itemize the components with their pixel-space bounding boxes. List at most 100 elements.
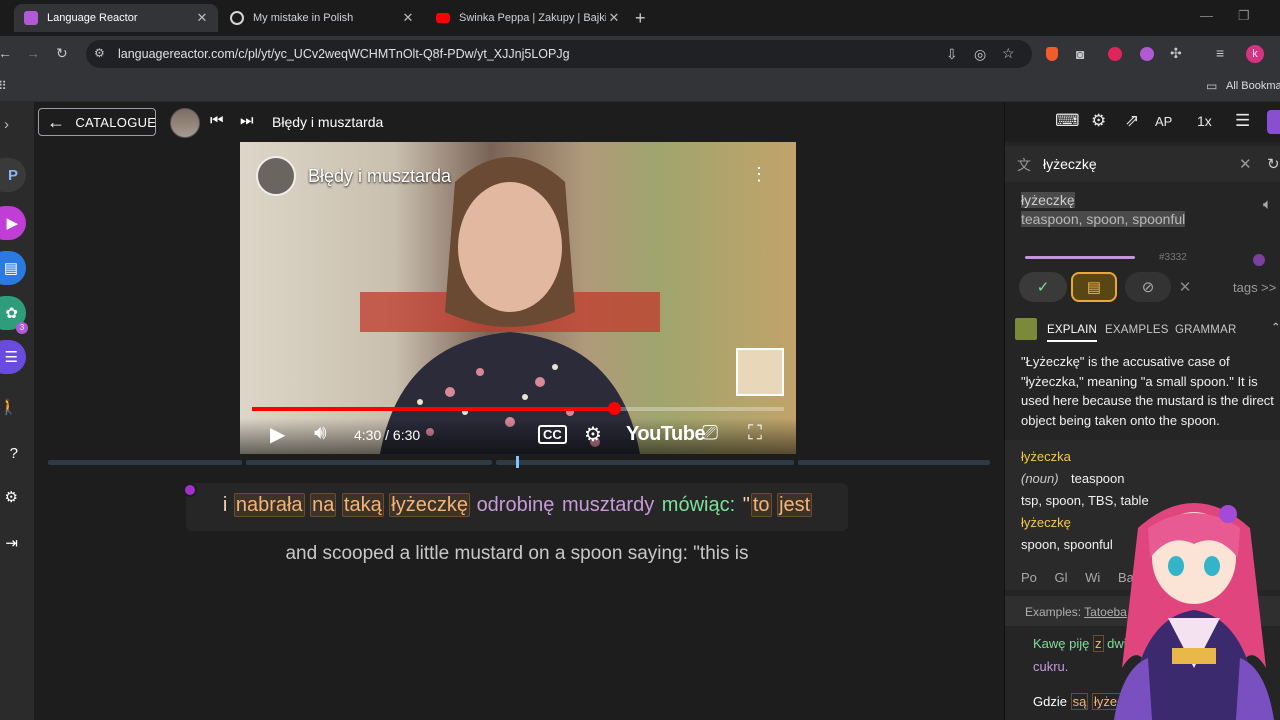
subtitle-word[interactable]: to: [750, 493, 772, 517]
autopause-button[interactable]: AP: [1155, 114, 1183, 142]
tab-swinka-peppa[interactable]: Świnka Peppa | Zakupy | Bajki P ✕: [426, 4, 630, 32]
extensions-puzzle-icon[interactable]: ✣: [1170, 45, 1182, 62]
external-link[interactable]: Wi: [1085, 570, 1100, 585]
settings-gear-icon[interactable]: ⚙: [584, 422, 602, 447]
tab-explain[interactable]: EXPLAIN: [1047, 324, 1097, 342]
next-track-icon[interactable]: ⏭: [240, 112, 254, 129]
new-tab-icon[interactable]: +: [635, 8, 646, 29]
more-options-icon[interactable]: ⋮: [750, 164, 768, 185]
dict-headword[interactable]: łyżeczka: [1021, 449, 1071, 464]
chat-icon[interactable]: ▤: [0, 251, 26, 285]
video-channel-avatar[interactable]: [256, 156, 296, 196]
extension-glasses-icon[interactable]: ◙: [1076, 46, 1084, 62]
subtitle-word[interactable]: musztardy: [561, 494, 655, 516]
previous-track-icon[interactable]: ⏮: [210, 112, 224, 129]
tab-my-mistake[interactable]: My mistake in Polish ✕: [220, 4, 424, 32]
brave-shield-icon[interactable]: [1046, 47, 1058, 61]
video-progress-bar[interactable]: [252, 402, 784, 415]
clear-search-icon[interactable]: ✕: [1239, 155, 1252, 173]
catalogue-button[interactable]: ← CATALOGUE: [38, 108, 156, 136]
collapse-chevron-icon[interactable]: ⌃: [1271, 320, 1280, 334]
word-status-actions: ✓ ▤ ⊘ ✕ tags >>: [1017, 272, 1277, 304]
tab-grammar[interactable]: GRAMMAR: [1175, 324, 1236, 336]
youtube-logo[interactable]: YouTube: [626, 423, 706, 446]
all-bookmarks-link[interactable]: All Bookmar: [1226, 80, 1280, 92]
forward-icon[interactable]: →: [26, 45, 40, 61]
panel-toggle-icon[interactable]: [1267, 110, 1280, 134]
dictionary-search[interactable]: 文 łyżeczkę ✕ ↻: [1005, 146, 1280, 182]
channel-avatar[interactable]: [170, 108, 200, 138]
mark-learning-button[interactable]: ▤: [1071, 272, 1117, 302]
subtitle-word[interactable]: ": [742, 494, 751, 516]
site-settings-icon[interactable]: ⚙: [94, 46, 105, 60]
cast-icon[interactable]: ⎚: [702, 422, 718, 445]
language-reactor-extension-icon[interactable]: [1140, 47, 1154, 61]
timeline-segment[interactable]: [246, 460, 492, 465]
external-link[interactable]: Gl: [1055, 570, 1068, 585]
maximize-icon[interactable]: ❐: [1238, 8, 1250, 24]
eye-off-icon[interactable]: ◎: [974, 46, 986, 63]
dictionary-search-input[interactable]: łyżeczkę: [1043, 156, 1097, 172]
extension-badge-icon[interactable]: [1108, 47, 1122, 61]
profile-p-button[interactable]: P: [0, 158, 26, 192]
install-app-icon[interactable]: ⇩: [946, 46, 958, 63]
subtitle-word[interactable]: odrobinę: [476, 494, 556, 516]
url-text[interactable]: languagereactor.com/c/pl/yt/yc_UCv2weqWC…: [118, 47, 570, 61]
subtitle-word[interactable]: taką: [341, 493, 384, 517]
profile-avatar[interactable]: k: [1246, 45, 1264, 63]
youtube-video-player[interactable]: Błędy i musztarda ⋮ ▶ 🔊︎ 4:30 / 6:30 CC …: [240, 142, 796, 454]
apps-grid-icon[interactable]: ⠿: [0, 79, 7, 93]
bookmark-star-icon[interactable]: ☆: [1002, 45, 1015, 62]
close-tab-icon[interactable]: ✕: [606, 10, 622, 26]
back-icon[interactable]: ←: [0, 45, 12, 61]
dict-headword[interactable]: łyżeczkę: [1021, 515, 1071, 530]
chatgpt-favicon-icon: [230, 11, 244, 25]
external-link[interactable]: Po: [1021, 570, 1037, 585]
playback-speed-button[interactable]: 1x: [1197, 113, 1212, 129]
help-icon[interactable]: ?: [0, 436, 26, 470]
address-bar[interactable]: ⚙ languagereactor.com/c/pl/yt/yc_UCv2weq…: [86, 40, 1032, 68]
settings-gear-icon[interactable]: ⚙: [0, 480, 26, 514]
subtitle-timeline[interactable]: [48, 456, 990, 468]
close-tab-icon[interactable]: ✕: [400, 10, 416, 26]
close-tab-icon[interactable]: ✕: [194, 10, 210, 26]
captions-icon[interactable]: CC: [538, 425, 567, 444]
logout-icon[interactable]: ⇥: [0, 526, 26, 560]
play-icon[interactable]: ▶: [270, 422, 285, 447]
expand-chevron-icon[interactable]: ›: [4, 116, 9, 133]
timeline-segment[interactable]: [48, 460, 242, 465]
subtitle-word[interactable]: nabrała: [233, 493, 305, 517]
speaker-icon[interactable]: 🔈︎: [1263, 196, 1272, 213]
history-icon[interactable]: ↻: [1267, 155, 1280, 173]
tab-language-reactor[interactable]: Language Reactor ✕: [14, 4, 218, 32]
video-overlay-title[interactable]: Błędy i musztarda: [308, 166, 451, 187]
minimize-icon[interactable]: —: [1200, 8, 1213, 23]
volume-icon[interactable]: 🔊︎: [314, 422, 327, 445]
dict-part-of-speech: (noun): [1021, 471, 1059, 486]
subtitle-word[interactable]: mówiąc:: [661, 494, 736, 516]
timeline-segment[interactable]: [798, 460, 990, 465]
menu-icon[interactable]: ☰: [1235, 111, 1250, 131]
ignore-word-button[interactable]: ⊘: [1125, 272, 1171, 302]
subtitle-word[interactable]: łyżeczkę: [389, 493, 470, 517]
accessibility-icon[interactable]: 🚶: [0, 390, 26, 424]
fullscreen-icon[interactable]: ⛶: [748, 422, 762, 445]
keyboard-icon[interactable]: ⌨: [1055, 111, 1080, 131]
media-controls-icon[interactable]: ≡: [1216, 45, 1224, 61]
subtitle-word[interactable]: na: [310, 493, 337, 517]
example-word: są: [1070, 693, 1089, 710]
reload-icon[interactable]: ↻: [56, 45, 68, 62]
settings-gear-icon[interactable]: ⚙: [1091, 111, 1106, 131]
mark-known-button[interactable]: ✓: [1019, 272, 1067, 302]
timeline-segment[interactable]: [496, 460, 794, 465]
share-icon[interactable]: ⇗: [1125, 111, 1139, 131]
status-dot-icon: [1253, 254, 1265, 266]
video-scrubber-knob[interactable]: [607, 402, 621, 415]
list-icon[interactable]: ☰: [0, 340, 26, 374]
play-icon[interactable]: ▶: [0, 206, 26, 240]
remove-status-button[interactable]: ✕: [1173, 272, 1197, 302]
subtitle-word[interactable]: i: [222, 494, 228, 516]
tags-link[interactable]: tags >>: [1233, 280, 1276, 295]
subtitle-word[interactable]: jest: [777, 493, 813, 517]
tab-examples[interactable]: EXAMPLES: [1105, 324, 1169, 336]
